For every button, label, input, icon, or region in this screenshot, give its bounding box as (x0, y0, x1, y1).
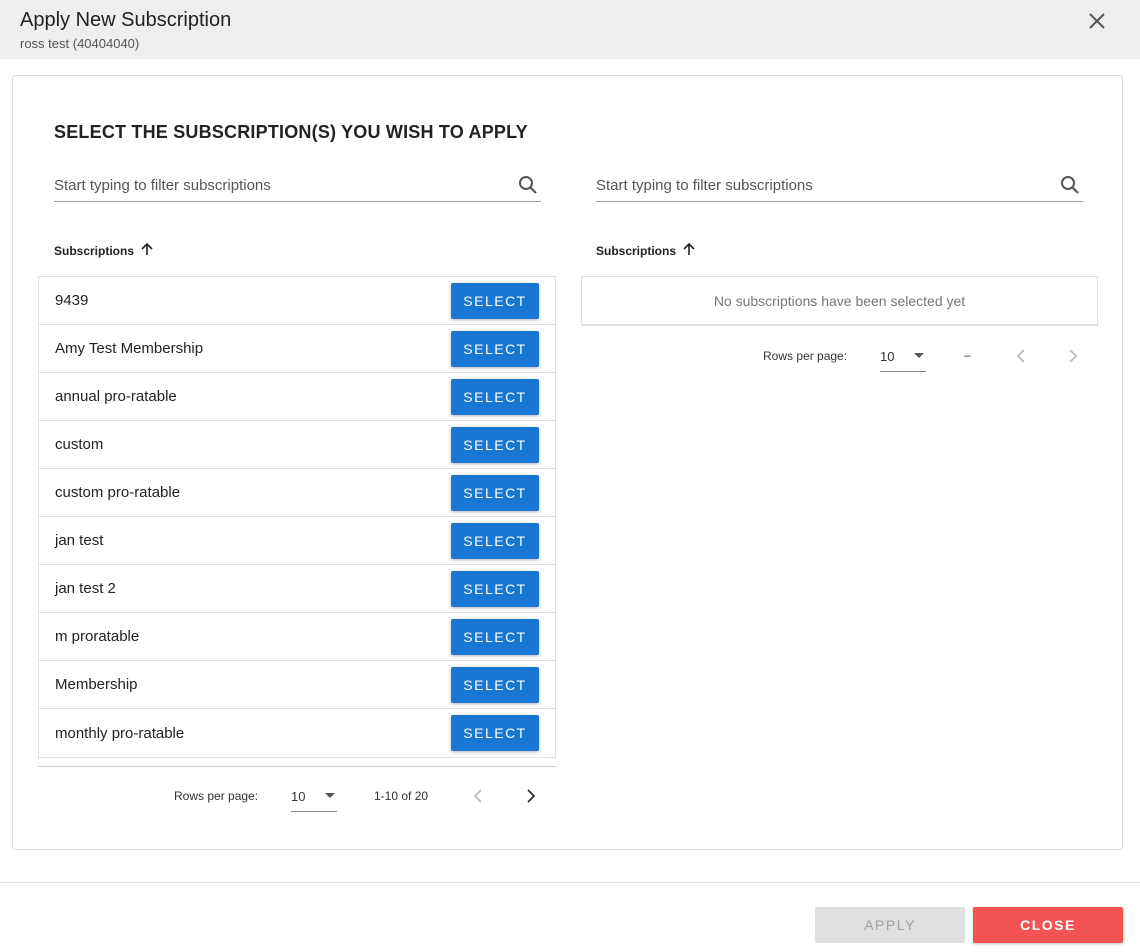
column-header-label: Subscriptions (54, 243, 135, 258)
table-row: Membership SELECT (39, 661, 555, 709)
dialog-subtitle: ross test (40404040) (20, 36, 140, 51)
search-icon[interactable] (1059, 174, 1081, 196)
rows-per-page-value: 10 (880, 349, 895, 364)
rows-per-page-label: Rows per page: (174, 789, 259, 803)
subscription-name: jan test 2 (55, 580, 116, 597)
apply-button[interactable]: APPLY (815, 907, 965, 943)
select-button[interactable]: SELECT (451, 523, 539, 559)
selected-subscriptions-table: No subscriptions have been selected yet (581, 276, 1098, 326)
select-button[interactable]: SELECT (451, 427, 539, 463)
right-pagination: Rows per page: 10 – (763, 347, 1093, 377)
table-row: jan test 2 SELECT (39, 565, 555, 613)
table-divider (38, 766, 556, 767)
select-button[interactable]: SELECT (451, 379, 539, 415)
subscription-name: 9439 (55, 292, 89, 309)
table-row: monthly pro-ratable SELECT (39, 709, 555, 757)
pagination-range: – (964, 348, 971, 362)
close-button[interactable]: CLOSE (973, 907, 1123, 943)
arrow-up-icon[interactable] (140, 242, 154, 259)
subscription-name: jan test (55, 532, 104, 549)
subscription-name: m proratable (55, 628, 140, 645)
right-filter (596, 170, 1083, 202)
arrow-up-icon[interactable] (682, 242, 696, 259)
chevron-left-icon[interactable] (469, 786, 489, 806)
caret-down-icon (325, 793, 335, 798)
left-pagination: Rows per page: 10 1-10 of 20 (174, 788, 554, 818)
subscription-name: Membership (55, 676, 138, 693)
table-row: annual pro-ratable SELECT (39, 373, 555, 421)
subscription-name: Amy Test Membership (55, 340, 204, 357)
table-row: 9439 SELECT (39, 277, 555, 325)
rows-per-page-select[interactable]: 10 (880, 344, 926, 372)
chevron-right-icon[interactable] (1062, 346, 1082, 366)
right-column-header[interactable]: Subscriptions (596, 242, 696, 259)
rows-per-page-select[interactable]: 10 (291, 784, 337, 812)
dialog-title: Apply New Subscription (20, 9, 232, 31)
empty-message: No subscriptions have been selected yet (713, 293, 966, 309)
chevron-left-icon[interactable] (1012, 346, 1032, 366)
select-button[interactable]: SELECT (451, 331, 539, 367)
table-row: Amy Test Membership SELECT (39, 325, 555, 373)
content-panel: SELECT THE SUBSCRIPTION(S) YOU WISH TO A… (12, 75, 1123, 850)
select-button[interactable]: SELECT (451, 619, 539, 655)
chevron-right-icon[interactable] (520, 786, 540, 806)
dialog-header: Apply New Subscription ross test (404040… (0, 0, 1140, 59)
subscription-name: custom (55, 436, 104, 453)
table-row: custom SELECT (39, 421, 555, 469)
subscription-name: custom pro-ratable (55, 484, 181, 501)
left-search-input[interactable] (54, 170, 541, 200)
apply-subscription-dialog: Apply New Subscription ross test (404040… (0, 0, 1140, 952)
search-icon[interactable] (517, 174, 539, 196)
select-button[interactable]: SELECT (451, 715, 539, 751)
close-icon[interactable] (1085, 9, 1109, 33)
caret-down-icon (914, 353, 924, 358)
subscription-name: annual pro-ratable (55, 388, 177, 405)
table-row: jan test SELECT (39, 517, 555, 565)
left-filter (54, 170, 541, 202)
select-button[interactable]: SELECT (451, 571, 539, 607)
page-heading: SELECT THE SUBSCRIPTION(S) YOU WISH TO A… (54, 122, 528, 142)
subscription-name: monthly pro-ratable (55, 724, 185, 742)
select-button[interactable]: SELECT (451, 667, 539, 703)
footer-divider (0, 882, 1140, 883)
rows-per-page-label: Rows per page: (763, 349, 848, 363)
table-row: custom pro-ratable SELECT (39, 469, 555, 517)
rows-per-page-value: 10 (291, 789, 306, 804)
select-button[interactable]: SELECT (451, 475, 539, 511)
column-header-label: Subscriptions (596, 243, 677, 258)
right-search-input[interactable] (596, 170, 1083, 200)
select-button[interactable]: SELECT (451, 283, 539, 319)
table-row: m proratable SELECT (39, 613, 555, 661)
pagination-range: 1-10 of 20 (374, 789, 429, 803)
available-subscriptions-table: 9439 SELECT Amy Test Membership SELECT annua… (38, 276, 556, 758)
left-column-header[interactable]: Subscriptions (54, 242, 154, 259)
